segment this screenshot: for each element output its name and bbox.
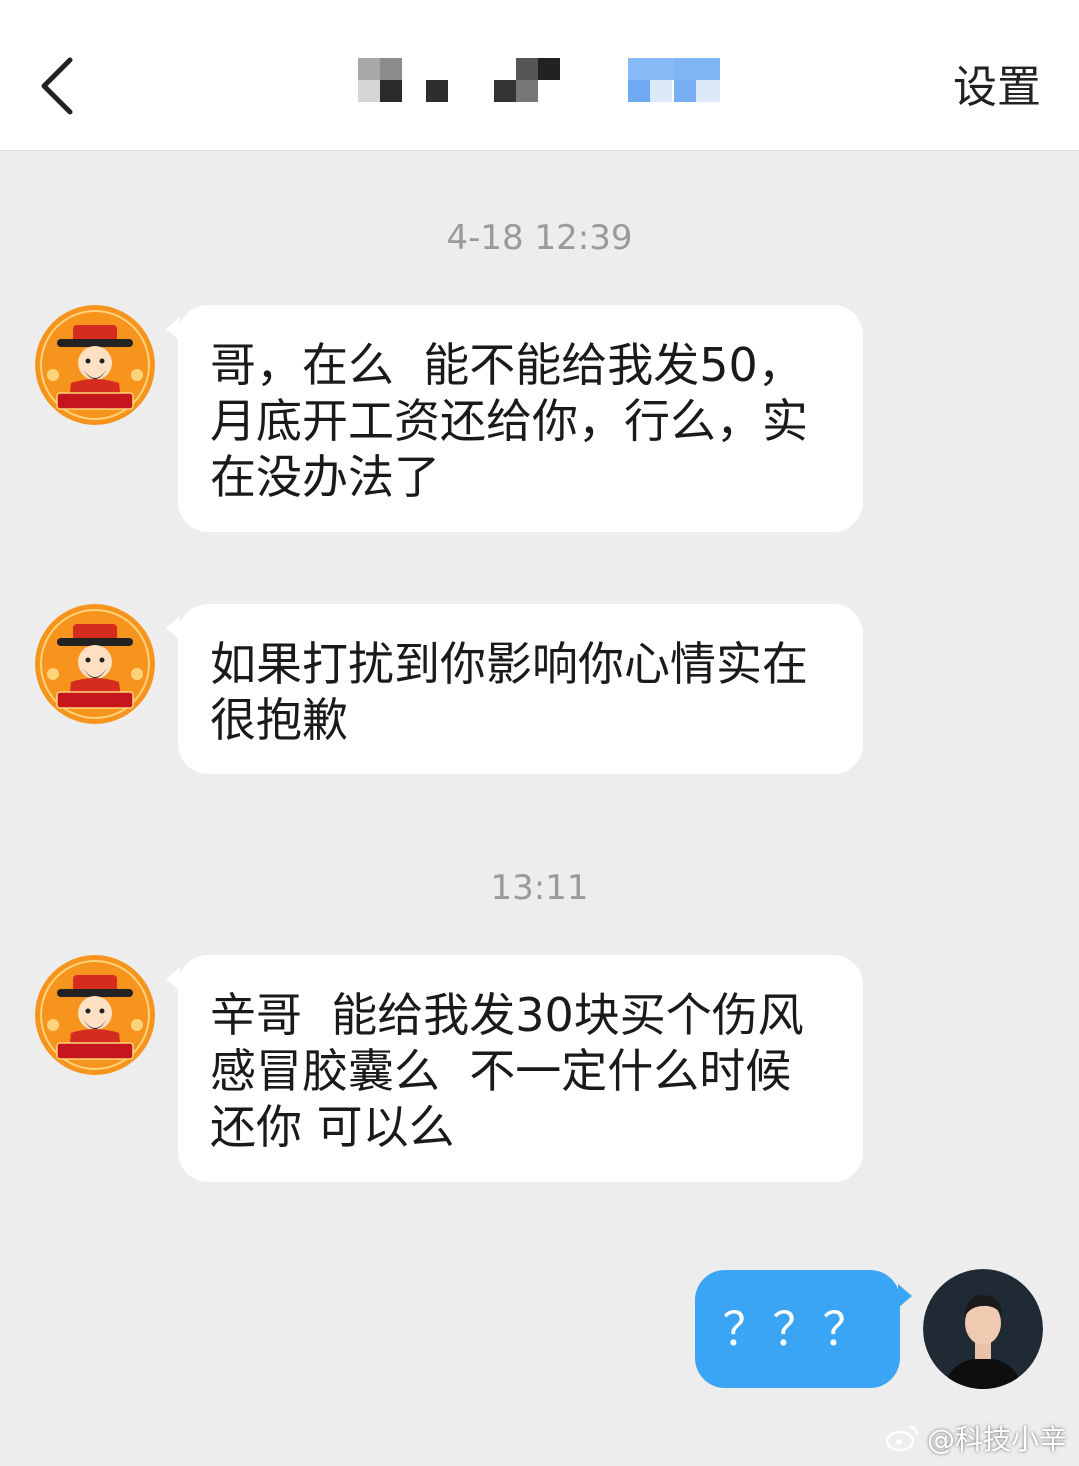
back-button[interactable] bbox=[28, 48, 88, 128]
conversation-title-pixelated bbox=[358, 58, 720, 104]
timestamp: 4-18 12:39 bbox=[446, 218, 633, 258]
contact-avatar[interactable] bbox=[35, 955, 155, 1075]
message-bubble[interactable]: 辛哥 能给我发30块买个伤风 感冒胶囊么 不一定什么时候 还你 可以么 bbox=[166, 955, 863, 1182]
message-bubble[interactable]: 哥，在么 能不能给我发50， 月底开工资还给你，行么，实 在没办法了 bbox=[166, 305, 863, 532]
top-bar: 设置 bbox=[0, 0, 1079, 151]
contact-avatar[interactable] bbox=[35, 305, 155, 425]
chevron-left-icon bbox=[41, 57, 73, 115]
user-portrait-icon bbox=[923, 1269, 1043, 1389]
contact-avatar[interactable] bbox=[35, 604, 155, 724]
user-avatar[interactable] bbox=[923, 1269, 1043, 1389]
timestamp: 13:11 bbox=[490, 868, 589, 908]
watermark-text: @科技小辛 bbox=[926, 1423, 1067, 1456]
weibo-icon bbox=[885, 1425, 919, 1452]
caishen-avatar-icon bbox=[35, 604, 155, 724]
weibo-watermark: @科技小辛 bbox=[885, 1418, 1067, 1458]
sent-message-bubble[interactable]: ？？？ bbox=[695, 1270, 912, 1388]
caishen-avatar-icon bbox=[35, 305, 155, 425]
caishen-avatar-icon bbox=[35, 955, 155, 1075]
message-bubble[interactable]: 如果打扰到你影响你心情实在 很抱歉 bbox=[166, 604, 863, 774]
settings-button[interactable]: 设置 bbox=[953, 56, 1041, 120]
